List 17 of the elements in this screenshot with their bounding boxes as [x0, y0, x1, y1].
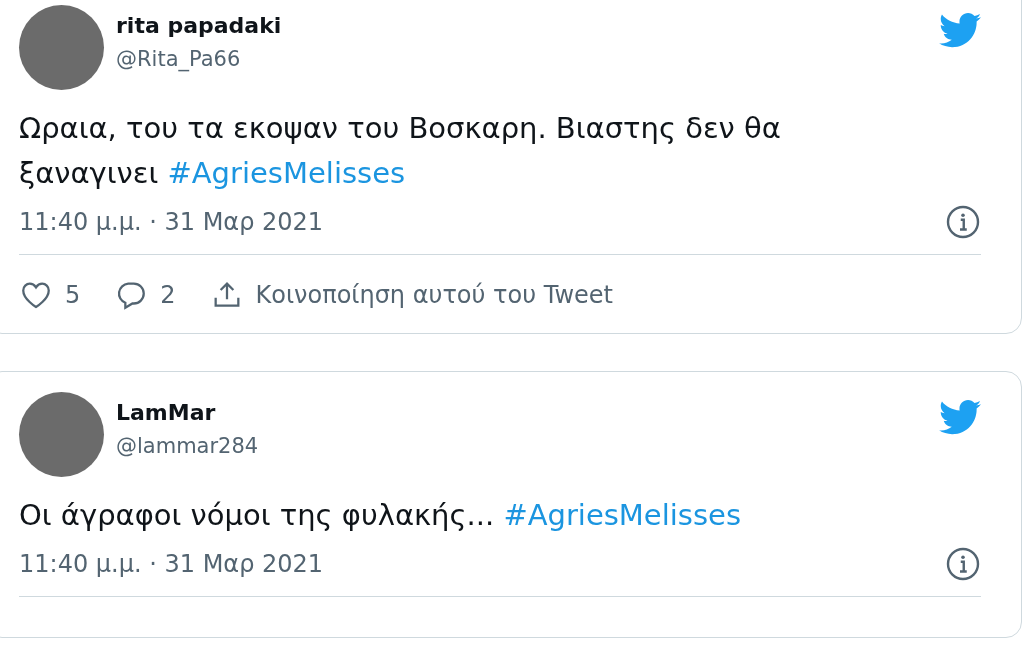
share-label[interactable]: Κοινοποίηση αυτού του Tweet	[255, 277, 613, 313]
user-handle[interactable]: @Rita_Pa66	[116, 41, 927, 77]
tweet-text: Ωραια, του τα εκοψαν του Βοσκαρη. Βιαστης δεν θα ξαναγινει #AgriesMelisses	[19, 110, 782, 192]
timestamp[interactable]: 11:40 μ.μ. · 31 Μαρ 2021	[19, 546, 324, 582]
user-name[interactable]: rita papadaki	[116, 11, 927, 41]
like-count: 5	[65, 280, 81, 311]
reply-count: 2	[160, 280, 176, 311]
bird-icon	[939, 400, 981, 435]
timestamp[interactable]: 11:40 μ.μ. · 31 Μαρ 2021	[19, 204, 324, 240]
tweet-text: Οι άγραφοι νόμοι της φυλακής... #AgriesMelisses	[19, 497, 742, 534]
hashtag-link[interactable]: #AgriesMelisses	[167, 156, 406, 190]
user-handle[interactable]: @lammar284	[116, 428, 927, 464]
info-icon[interactable]	[945, 204, 981, 240]
bird-icon	[939, 13, 981, 48]
info-icon[interactable]	[945, 546, 981, 582]
hashtag-link[interactable]: #AgriesMelisses	[503, 498, 741, 532]
user-name[interactable]: LamMar	[116, 398, 927, 428]
